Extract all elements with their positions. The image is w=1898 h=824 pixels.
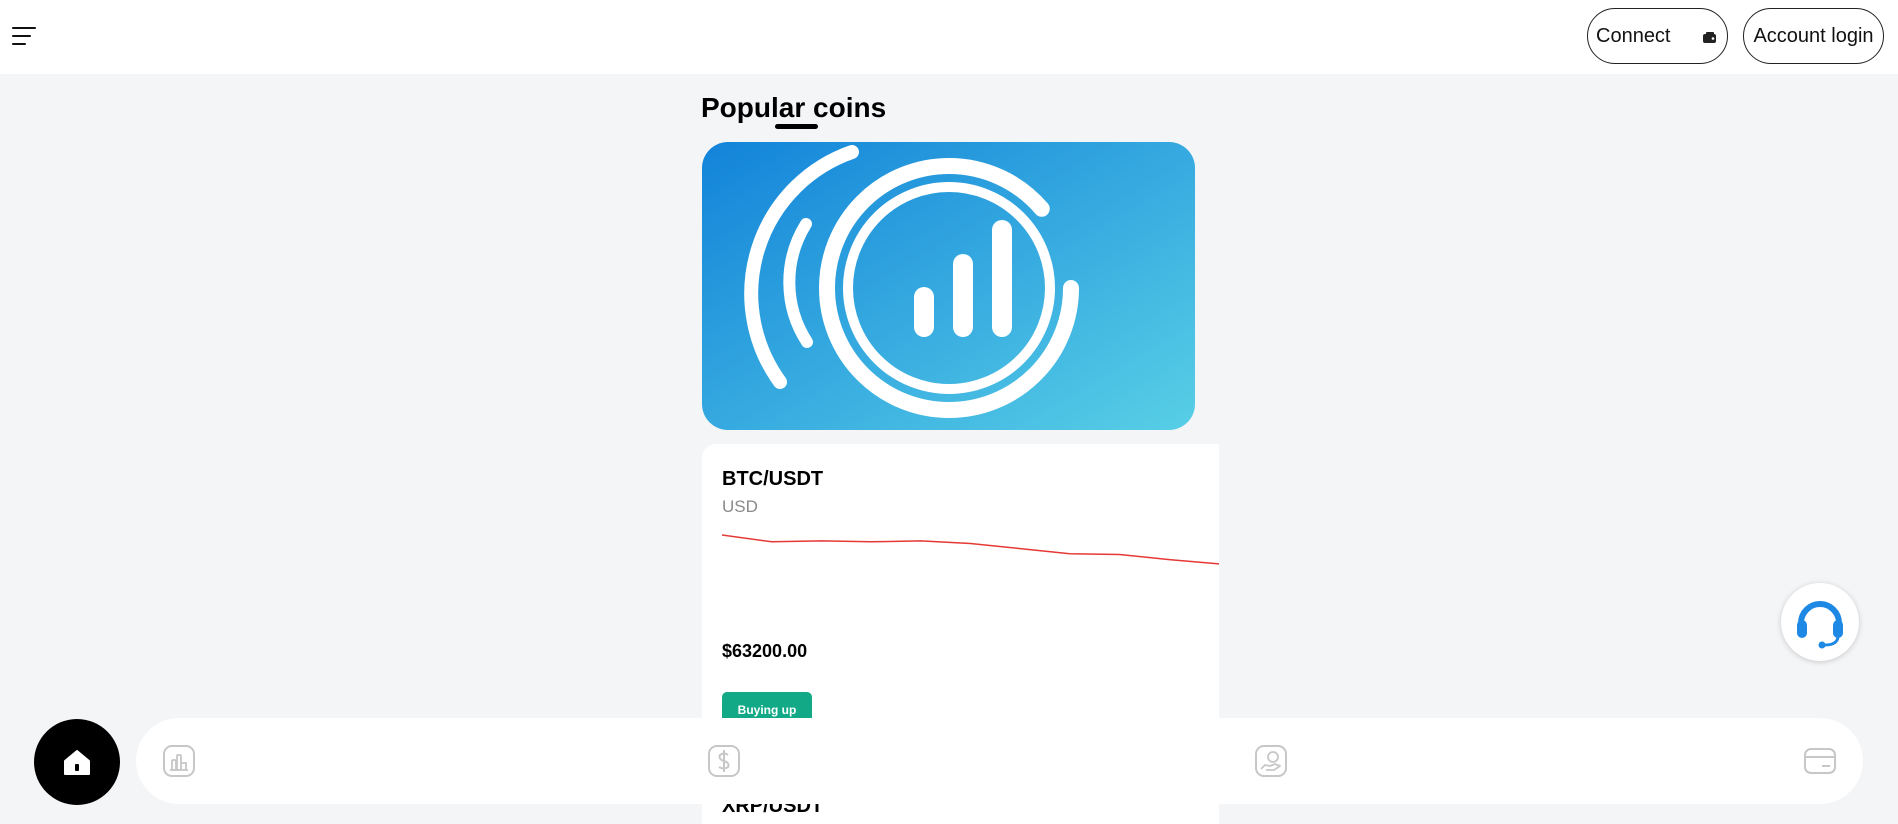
bottom-nav-bar xyxy=(136,718,1863,804)
quote-currency: USD xyxy=(722,497,758,516)
market-chart-icon[interactable] xyxy=(162,744,196,778)
dollar-icon[interactable] xyxy=(707,744,741,778)
coin-chart-logo xyxy=(702,142,1195,430)
card-icon[interactable] xyxy=(1803,744,1837,778)
section-title: Popular coins xyxy=(701,92,887,123)
connect-button[interactable]: Connect xyxy=(1587,8,1728,64)
support-button[interactable] xyxy=(1781,583,1859,661)
coin-banner xyxy=(702,142,1195,430)
title-underline xyxy=(775,124,818,129)
headset-support-icon xyxy=(1797,601,1843,649)
account-login-label: Account login xyxy=(1753,24,1874,47)
connect-button-label: Connect xyxy=(1596,24,1671,47)
hand-money-icon[interactable] xyxy=(1254,744,1288,778)
top-bar: Connect Account login xyxy=(0,0,1898,74)
buying-up-label: Buying up xyxy=(737,703,797,717)
wallet-icon xyxy=(1703,32,1716,43)
account-login-button[interactable]: Account login xyxy=(1743,8,1884,64)
home-icon xyxy=(64,750,90,775)
coin-pair: BTC/USDT xyxy=(722,468,824,490)
price-trend-line xyxy=(722,534,1219,565)
hamburger-menu-icon[interactable] xyxy=(12,26,36,46)
home-button[interactable] xyxy=(34,719,120,805)
coin-price: $63200.00 xyxy=(722,641,808,661)
